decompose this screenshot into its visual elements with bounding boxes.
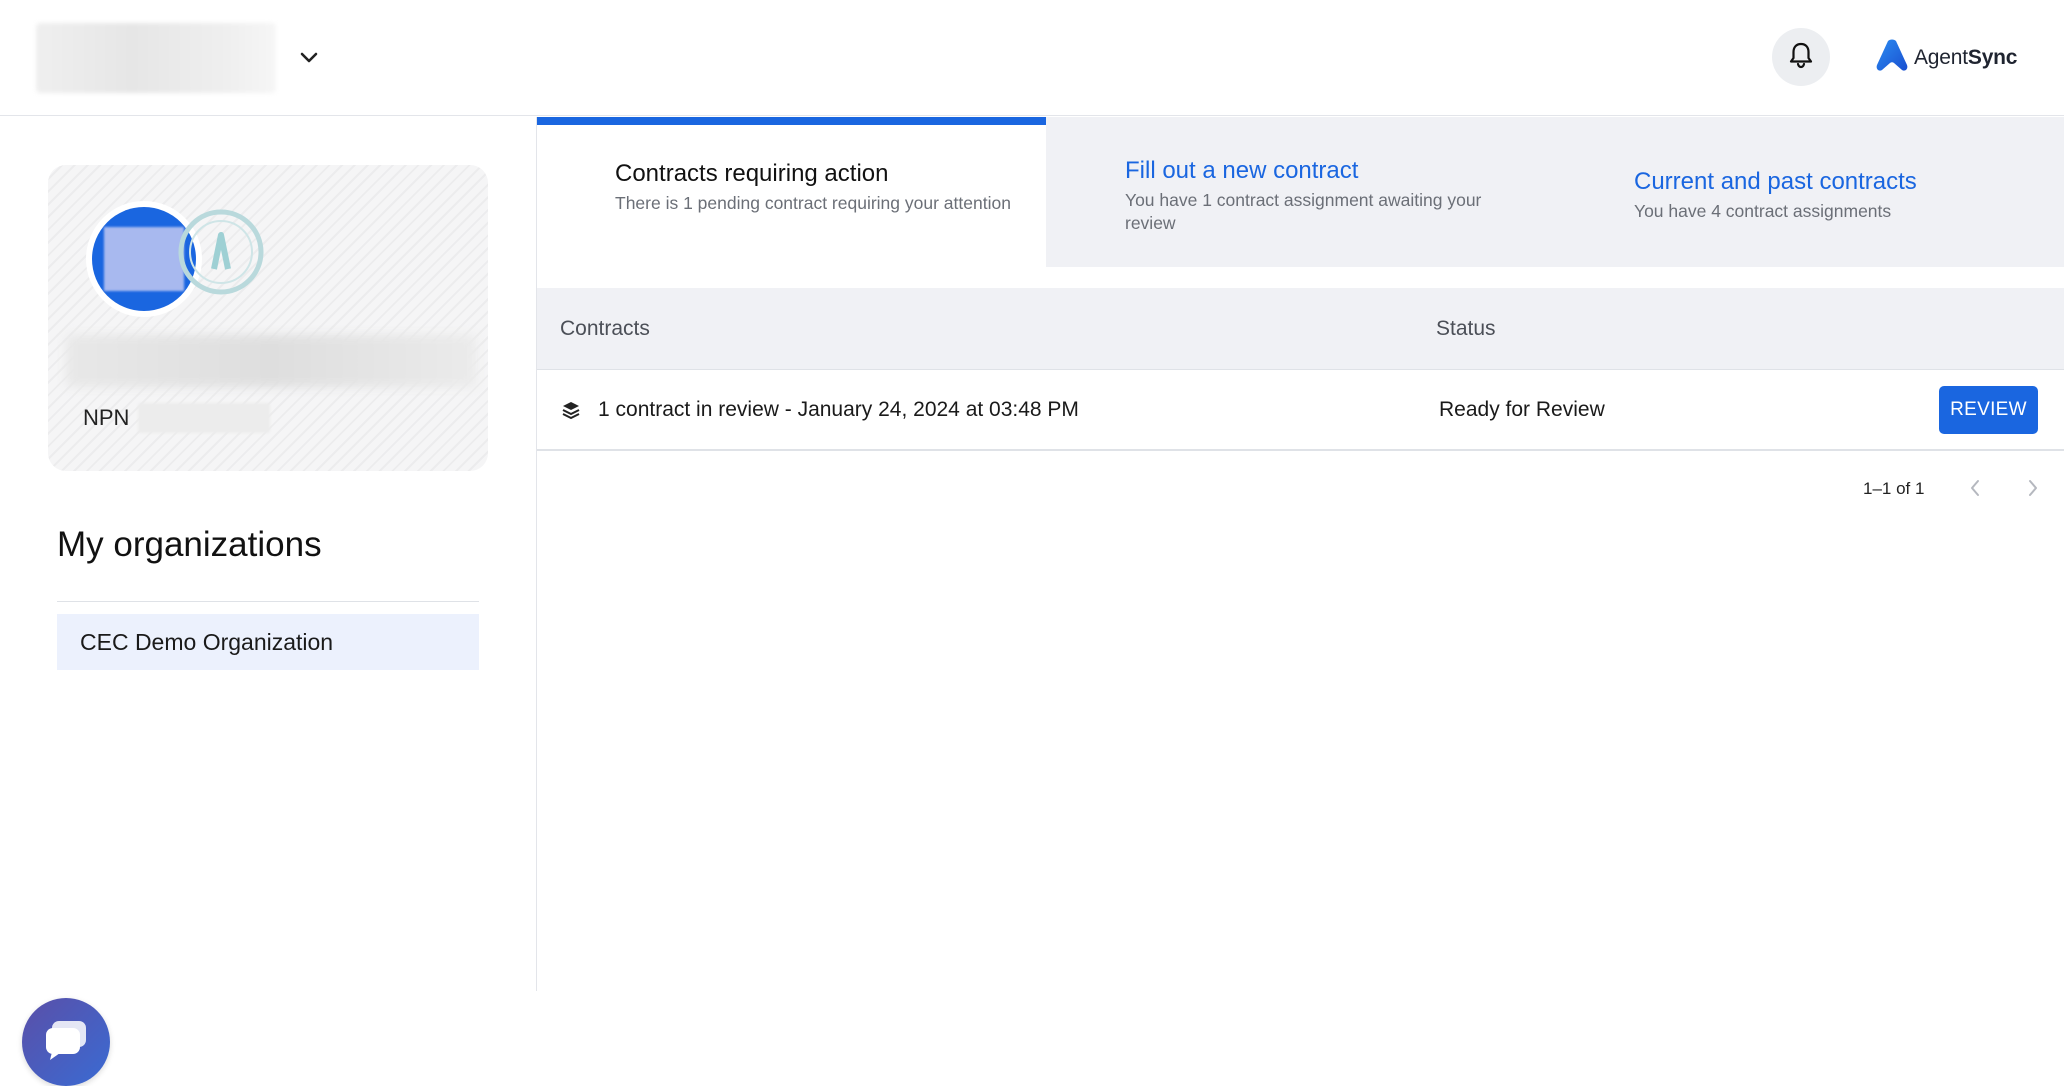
chevron-right-icon — [2027, 479, 2039, 502]
tab-contracts-requiring-action[interactable]: Contracts requiring action There is 1 pe… — [537, 117, 1046, 267]
tab-subtitle: You have 4 contract assignments — [1634, 201, 1892, 221]
layers-icon — [562, 370, 580, 449]
chevron-left-icon — [1969, 479, 1981, 502]
top-header: AgentSync — [0, 0, 2064, 116]
profile-card: NPN — [48, 165, 488, 471]
org-switcher[interactable] — [36, 22, 336, 94]
tab-title: Contracts requiring action — [615, 160, 889, 187]
tab-subtitle: There is 1 pending contract requiring yo… — [615, 193, 1011, 213]
divider — [57, 601, 479, 602]
prev-page-button[interactable] — [1960, 475, 1990, 505]
org-logo-redacted — [36, 23, 276, 93]
pagination: 1–1 of 1 — [537, 470, 2064, 510]
next-page-button[interactable] — [2018, 475, 2048, 505]
tab-current-and-past-contracts[interactable]: Current and past contracts You have 4 co… — [1555, 117, 2064, 267]
organization-item-label: CEC Demo Organization — [80, 628, 334, 655]
tab-title: Fill out a new contract — [1125, 157, 1359, 184]
contract-description: 1 contract in review - January 24, 2024 … — [598, 397, 1079, 421]
notifications-button[interactable] — [1772, 28, 1830, 86]
column-header-status: Status — [1436, 317, 1496, 340]
chevron-down-icon[interactable] — [298, 47, 320, 69]
tab-title: Current and past contracts — [1634, 168, 1917, 195]
avatar-image-redacted — [104, 227, 184, 291]
npn-label: NPN — [83, 405, 130, 430]
bell-icon — [1788, 41, 1814, 74]
agentsync-logo-icon — [1876, 39, 1908, 78]
npn-value-redacted — [138, 403, 270, 433]
table-header: Contracts Status — [537, 288, 2064, 370]
profile-name-redacted — [66, 335, 476, 387]
contracts-table: Contracts Status 1 contract in review - … — [537, 288, 2064, 451]
contract-tabs: Contracts requiring action There is 1 pe… — [537, 117, 2064, 267]
chat-bubble-icon — [42, 1018, 90, 1067]
contract-status: Ready for Review — [1439, 397, 1605, 421]
review-button[interactable]: REVIEW — [1939, 386, 2038, 434]
pagination-range: 1–1 of 1 — [1863, 479, 1925, 498]
brand-logo: AgentSync — [1876, 38, 2017, 78]
organizations-title: My organizations — [57, 525, 322, 564]
table-row: 1 contract in review - January 24, 2024 … — [537, 370, 2064, 451]
certification-seal-icon — [178, 209, 264, 295]
sidebar: NPN My organizations CEC Demo Organizati… — [0, 117, 537, 1086]
organization-item[interactable]: CEC Demo Organization — [57, 614, 479, 670]
chat-button[interactable] — [22, 998, 110, 1086]
tab-fill-out-new-contract[interactable]: Fill out a new contract You have 1 contr… — [1046, 117, 1555, 267]
tab-subtitle: You have 1 contract assignment awaiting … — [1125, 190, 1482, 233]
brand-name: AgentSync — [1914, 46, 2018, 69]
column-header-contracts: Contracts — [560, 317, 650, 340]
